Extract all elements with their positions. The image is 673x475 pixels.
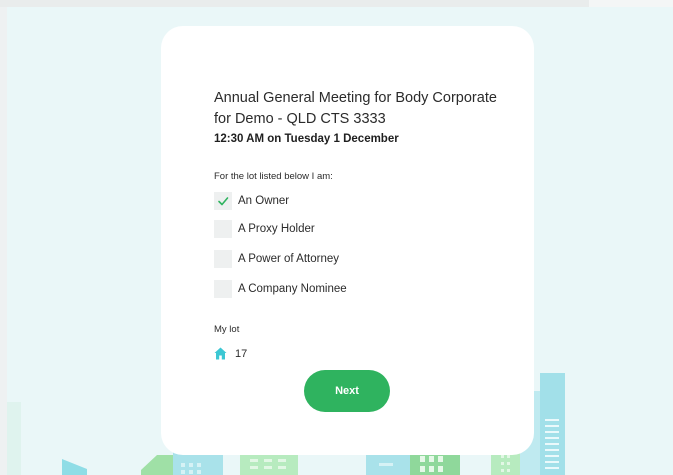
power-of-attorney-checkbox[interactable] xyxy=(214,249,232,268)
home-icon xyxy=(214,347,227,360)
option-company-nominee[interactable]: A Company Nominee xyxy=(214,279,347,298)
option-owner[interactable]: An Owner xyxy=(214,191,289,210)
option-power-of-attorney[interactable]: A Power of Attorney xyxy=(214,249,339,268)
next-button[interactable]: Next xyxy=(304,370,390,412)
option-label: A Company Nominee xyxy=(238,282,347,295)
option-proxy-holder[interactable]: A Proxy Holder xyxy=(214,219,315,238)
owner-checkbox[interactable] xyxy=(214,191,232,210)
browser-top-strip-right xyxy=(589,0,673,7)
page-background: Annual General Meeting for Body Corporat… xyxy=(7,7,673,475)
browser-top-strip xyxy=(0,0,673,7)
registration-card: Annual General Meeting for Body Corporat… xyxy=(161,26,534,455)
proxy-holder-checkbox[interactable] xyxy=(214,219,232,238)
meeting-datetime: 12:30 AM on Tuesday 1 December xyxy=(214,133,399,145)
option-label: A Proxy Holder xyxy=(238,222,315,235)
lot-row: 17 xyxy=(214,347,247,360)
company-nominee-checkbox[interactable] xyxy=(214,279,232,298)
my-lot-heading: My lot xyxy=(214,324,240,335)
meeting-title: Annual General Meeting for Body Corporat… xyxy=(214,90,497,127)
option-label: A Power of Attorney xyxy=(238,252,340,265)
lot-number: 17 xyxy=(235,347,248,360)
role-prompt: For the lot listed below I am: xyxy=(214,171,333,182)
option-label: An Owner xyxy=(238,194,290,207)
checkmark-icon xyxy=(218,196,229,205)
